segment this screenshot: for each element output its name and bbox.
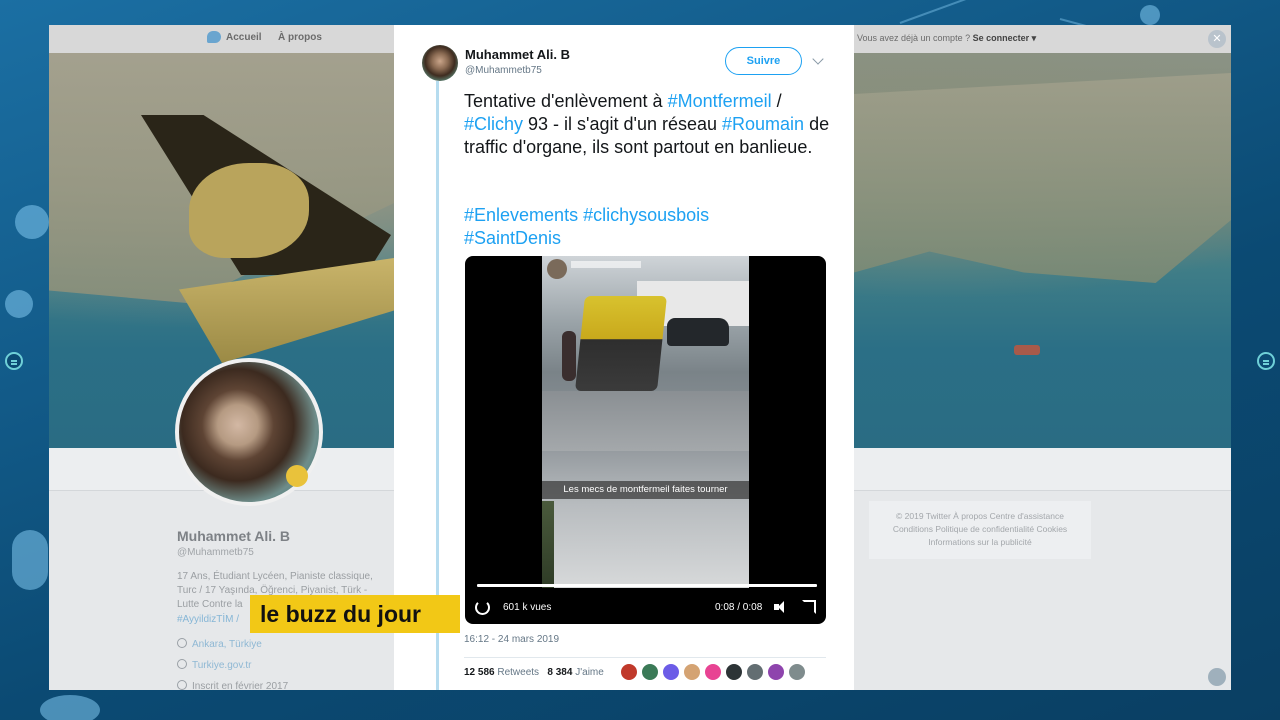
likes-count[interactable]: 8 384	[547, 667, 572, 678]
tweet-stats: 12 586 Retweets 8 384 J'aime	[464, 667, 604, 678]
retweets-label[interactable]: Retweets	[497, 667, 539, 678]
tweet-author-handle[interactable]: @Muhammetb75	[465, 65, 542, 76]
tweet-text-part: Tentative d'enlèvement à	[464, 91, 668, 111]
profile-handle: @Muhammetb75	[177, 547, 254, 558]
left-side-button[interactable]	[5, 352, 23, 370]
video-scene-ground	[542, 391, 749, 451]
footer-line[interactable]: © 2019 Twitter À propos Centre d'assista…	[877, 510, 1083, 523]
tweet-author-avatar[interactable]	[422, 45, 458, 81]
video-player[interactable]: Les mecs de montfermeil faites tourner 6…	[465, 256, 826, 624]
video-scene-car	[667, 318, 729, 346]
tweet-hashtags: #Enlevements #clichysousbois #SaintDenis	[464, 204, 834, 250]
login-link[interactable]: Se connecter ▾	[973, 33, 1037, 43]
likers-avatars	[620, 663, 809, 686]
video-scene-van	[575, 296, 667, 391]
tweet-text: Tentative d'enlèvement à #Montfermeil / …	[464, 90, 834, 159]
banner-ship	[1014, 345, 1040, 355]
profile-website[interactable]: Turkiye.gov.tr	[177, 659, 251, 671]
footer-line[interactable]: Informations sur la publicité	[877, 536, 1083, 549]
liker-avatar[interactable]	[704, 663, 722, 681]
hashtag-link[interactable]: #Montfermeil	[668, 91, 772, 111]
scroll-top-button[interactable]	[1208, 668, 1226, 686]
decor-dot	[5, 290, 33, 318]
profile-website-text[interactable]: Turkiye.gov.tr	[192, 660, 251, 671]
video-views: 601 k vues	[503, 602, 552, 613]
hashtag-link[interactable]: #SaintDenis	[464, 227, 834, 250]
hashtag-link[interactable]: #Clichy	[464, 114, 523, 134]
decor-dot	[40, 695, 100, 720]
twitter-bird-icon[interactable]	[207, 31, 221, 43]
liker-avatar[interactable]	[620, 663, 638, 681]
profile-name: Muhammet Ali. B	[177, 528, 291, 544]
location-icon	[177, 638, 187, 648]
close-icon[interactable]: ✕	[1208, 30, 1226, 48]
profile-joined: Inscrit en février 2017	[177, 680, 288, 690]
volume-icon[interactable]	[774, 600, 788, 614]
profile-location: Ankara, Türkiye	[177, 638, 262, 650]
hashtag-link[interactable]: #Enlevements #clichysousbois	[464, 204, 834, 227]
video-progress-bar[interactable]	[477, 584, 817, 587]
fullscreen-icon[interactable]	[802, 600, 816, 614]
follow-button[interactable]: Suivre	[725, 47, 802, 75]
liker-avatar[interactable]	[641, 663, 659, 681]
tweet-text-part: /	[771, 91, 782, 111]
video-user-label	[571, 261, 641, 268]
tweet-divider	[464, 657, 826, 658]
link-icon	[177, 659, 187, 669]
banner-land	[854, 73, 1231, 283]
video-caption: Les mecs de montfermeil faites tourner	[542, 481, 749, 499]
profile-joined-text: Inscrit en février 2017	[192, 681, 289, 690]
liker-avatar[interactable]	[746, 663, 764, 681]
liker-avatar[interactable]	[725, 663, 743, 681]
retweets-count[interactable]: 12 586	[464, 667, 495, 678]
liker-avatar[interactable]	[788, 663, 806, 681]
video-scene-person	[562, 331, 576, 381]
likes-label[interactable]: J'aime	[575, 667, 604, 678]
decor-dot	[1140, 5, 1160, 25]
video-scene-plant	[542, 501, 554, 588]
video-user-avatar	[547, 259, 567, 279]
decor-dot	[12, 530, 48, 590]
chevron-down-icon[interactable]	[812, 53, 824, 65]
decor-dot	[15, 205, 49, 239]
replay-icon[interactable]	[475, 600, 490, 615]
video-progress-fill	[477, 584, 817, 587]
calendar-icon	[177, 680, 187, 690]
hashtag-link[interactable]: #Roumain	[722, 114, 804, 134]
login-prompt-text: Vous avez déjà un compte ?	[857, 33, 971, 43]
liker-avatar[interactable]	[767, 663, 785, 681]
liker-avatar[interactable]	[662, 663, 680, 681]
profile-hashtag[interactable]: #AyyildizTİM /	[177, 614, 239, 625]
tweet-date[interactable]: 16:12 - 24 mars 2019	[464, 634, 559, 645]
lower-third-banner: le buzz du jour	[250, 595, 460, 633]
tweet-card: Muhammet Ali. B @Muhammetb75 Suivre Tent…	[394, 25, 854, 690]
avatar-badge-icon	[286, 465, 308, 487]
nav-about[interactable]: À propos	[278, 32, 322, 43]
nav-home[interactable]: Accueil	[226, 32, 262, 43]
footer-line[interactable]: Conditions Politique de confidentialité …	[877, 523, 1083, 536]
banner-jet-emblem	[189, 163, 309, 258]
video-time: 0:08 / 0:08	[715, 602, 763, 613]
video-frame[interactable]: Les mecs de montfermeil faites tourner	[542, 256, 749, 588]
login-prompt: Vous avez déjà un compte ? Se connecter …	[857, 33, 1036, 44]
profile-location-text: Ankara, Türkiye	[192, 639, 262, 650]
liker-avatar[interactable]	[683, 663, 701, 681]
tweet-author-name[interactable]: Muhammet Ali. B	[465, 47, 570, 62]
right-side-button[interactable]	[1257, 352, 1275, 370]
tweet-text-part: 93 - il s'agit d'un réseau	[523, 114, 723, 134]
twitter-footer: © 2019 Twitter À propos Centre d'assista…	[869, 501, 1091, 559]
